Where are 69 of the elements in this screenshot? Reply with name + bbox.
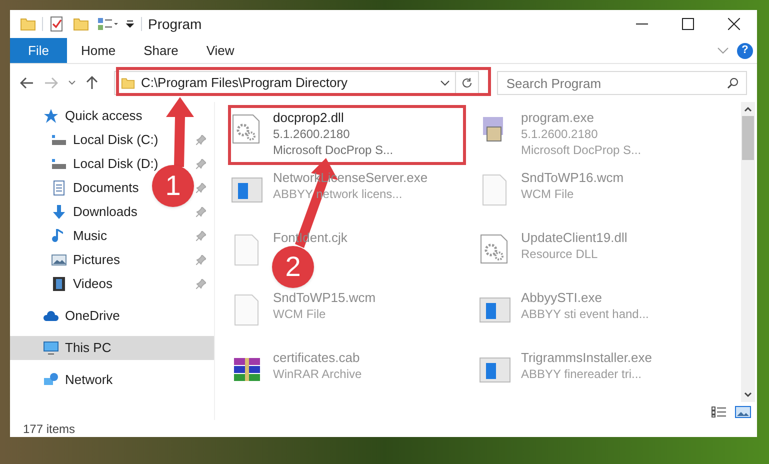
- maximize-icon[interactable]: [682, 18, 694, 30]
- search-field[interactable]: Search Program: [497, 71, 748, 95]
- download-icon: [51, 204, 67, 220]
- large-icons-view-icon[interactable]: [735, 406, 751, 418]
- ribbon-tab[interactable]: View: [192, 38, 248, 63]
- pc-icon: [43, 340, 59, 356]
- nav-item[interactable]: Downloads: [73, 202, 138, 222]
- nav-item[interactable]: This PC: [10, 336, 214, 360]
- expand-ribbon-icon[interactable]: [717, 46, 729, 54]
- nav-item[interactable]: Quick access: [10, 104, 214, 128]
- file-detail: Microsoft DocProp S...: [273, 142, 394, 158]
- file-detail: ABBYY sti event hand...: [521, 306, 649, 322]
- pin-icon[interactable]: [196, 135, 206, 145]
- pin-icon[interactable]: [196, 279, 206, 289]
- file-name[interactable]: docprop2.dll: [273, 110, 394, 126]
- nav-item[interactable]: Documents: [73, 178, 139, 198]
- pin-icon[interactable]: [196, 231, 206, 241]
- file-detail: ABBYY finereader tri...: [521, 366, 643, 382]
- scroll-thumb[interactable]: [742, 116, 754, 160]
- disk-icon: [51, 156, 67, 172]
- videos-icon: [51, 276, 67, 292]
- window-title: Program: [148, 14, 202, 34]
- nav-item[interactable]: Music: [73, 226, 107, 246]
- file-detail: Microsoft DocProp S...: [521, 142, 642, 158]
- pin-icon[interactable]: [196, 255, 206, 265]
- view-options-icon[interactable]: [97, 16, 119, 32]
- help-button[interactable]: ?: [737, 42, 753, 58]
- details-view-icon[interactable]: [711, 406, 727, 418]
- folder-icon: [120, 76, 135, 90]
- close-icon[interactable]: [728, 18, 740, 30]
- file-detail: WCM File: [273, 306, 327, 322]
- pin-icon[interactable]: [196, 159, 206, 169]
- disk-icon: [51, 132, 67, 148]
- network-icon: [43, 372, 59, 388]
- cloud-icon: [43, 308, 59, 324]
- nav-item[interactable]: Pictures: [73, 250, 120, 270]
- scrollbar[interactable]: [741, 102, 755, 402]
- pictures-icon: [51, 252, 67, 268]
- file-detail: WinRAR Archive: [273, 366, 362, 382]
- refresh-icon[interactable]: [461, 77, 474, 89]
- doc-icon: [51, 180, 67, 196]
- nav-item[interactable]: Local Disk (C:): [73, 130, 158, 150]
- file-detail: Resource DLL: [521, 246, 599, 262]
- ribbon-tab[interactable]: Home: [66, 38, 130, 63]
- ribbon-tab[interactable]: Share: [130, 38, 192, 63]
- pin-icon[interactable]: [196, 183, 206, 193]
- recent-dropdown-icon[interactable]: [68, 80, 76, 86]
- pin-icon[interactable]: [196, 207, 206, 217]
- nav-label: Quick access: [65, 107, 142, 126]
- scroll-down-icon[interactable]: [744, 392, 752, 398]
- up-arrow-icon[interactable]: [86, 76, 98, 90]
- file-detail: 5.1.2600.2180: [273, 126, 351, 142]
- nav-item[interactable]: Network: [10, 368, 214, 392]
- address-path: C:\Program Files\Program Directory: [140, 74, 348, 92]
- file-detail: 5.1.2600.2180: [521, 126, 599, 142]
- search-icon: [727, 77, 740, 89]
- nav-label: Network: [65, 371, 113, 390]
- ribbon-tab[interactable]: File: [10, 38, 67, 63]
- properties-icon[interactable]: [49, 16, 65, 32]
- item-count: 177 items: [23, 420, 76, 438]
- dropdown-icon[interactable]: [440, 80, 450, 86]
- back-arrow-icon[interactable]: [20, 77, 34, 89]
- nav-label: OneDrive: [65, 307, 120, 326]
- file-detail: WCM File: [521, 186, 575, 202]
- star-icon: [43, 108, 59, 124]
- nav-item[interactable]: Videos: [73, 274, 113, 294]
- scroll-up-icon[interactable]: [744, 106, 752, 112]
- nav-item[interactable]: OneDrive: [10, 304, 214, 328]
- nav-label: This PC: [65, 339, 112, 358]
